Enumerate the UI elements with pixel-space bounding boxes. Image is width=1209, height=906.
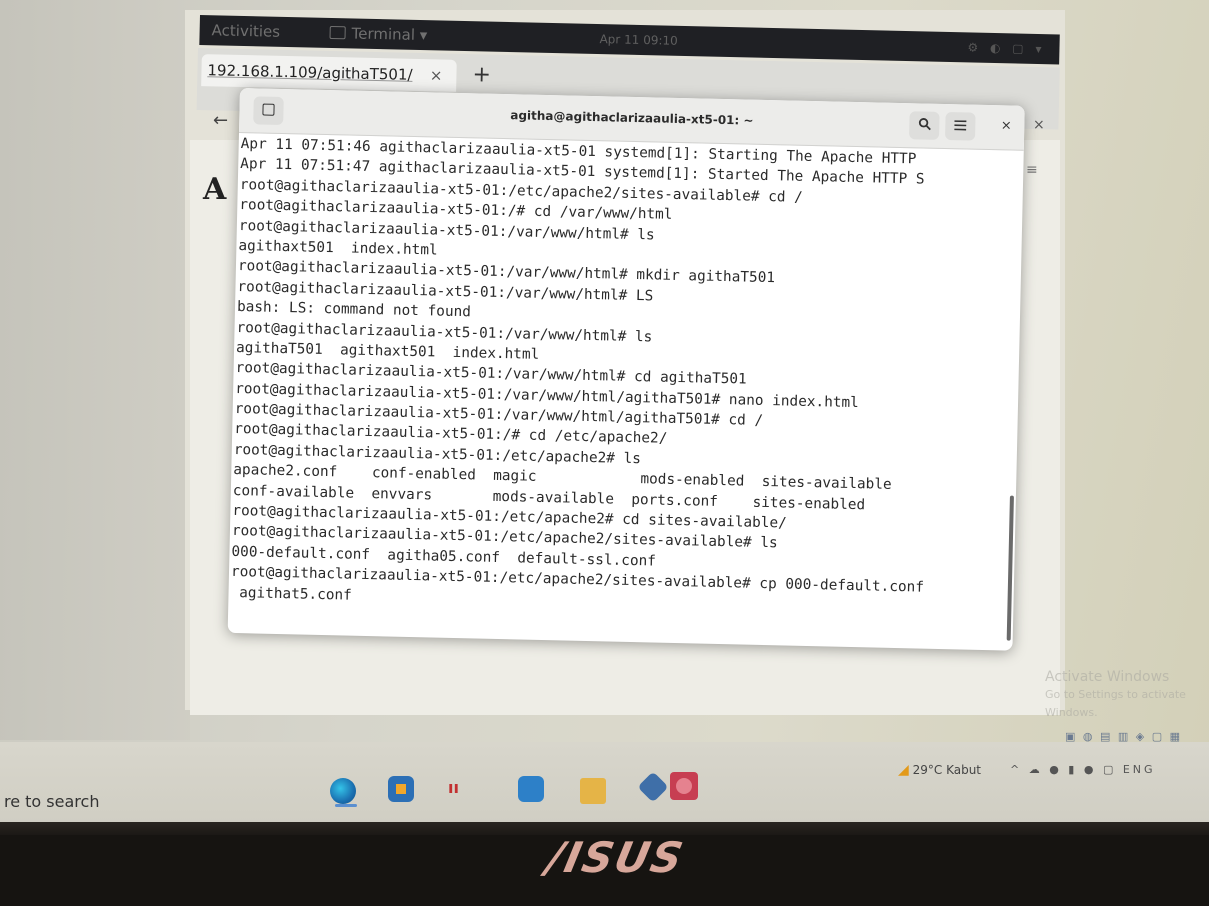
mail-icon[interactable] — [518, 776, 544, 802]
browser-tab[interactable]: 192.168.1.109/agithaT501/ × — [201, 54, 457, 92]
app-menu-label: Terminal ▾ — [351, 24, 428, 45]
weather-widget[interactable]: ◢ 29°C Kabut — [898, 762, 981, 778]
weather-icon: ◢ — [898, 762, 909, 778]
system-tray[interactable]: ⚙ ◐ ▢ ▾ — [967, 40, 1045, 56]
new-tab-button[interactable]: + — [472, 62, 491, 87]
desktop-background — [0, 0, 190, 740]
tray-glyphs: ^ ☁ ● ▮ ● ▢ — [1010, 763, 1117, 776]
virtualbox-icon[interactable] — [637, 771, 669, 803]
hamburger-menu-icon — [954, 120, 967, 131]
terminal-search-button[interactable] — [909, 111, 940, 140]
edge-icon[interactable] — [330, 778, 356, 804]
terminal-icon — [329, 25, 346, 40]
clock[interactable]: Apr 11 09:10 — [599, 32, 678, 48]
terminal-output[interactable]: Apr 11 07:51:46 agithaclarizaaulia-xt5-0… — [228, 132, 1014, 650]
laptop-screen: Activities Terminal ▾ Apr 11 09:10 ⚙ ◐ ▢… — [0, 0, 1209, 835]
apps-icon[interactable]: ıı — [448, 778, 462, 804]
taskbar-search-box[interactable]: re to search — [4, 792, 99, 811]
terminal-window[interactable]: agitha@agithaclarizaaulia-xt5-01: ~ × Ap… — [227, 88, 1025, 651]
store-icon[interactable] — [388, 776, 414, 802]
active-app-indicator — [335, 804, 357, 807]
file-explorer-icon[interactable] — [580, 778, 606, 804]
terminal-close-button[interactable]: × — [995, 115, 1017, 137]
watermark-subtitle: Go to Settings to activate Windows. — [1045, 688, 1186, 719]
watermark-title: Activate Windows — [1045, 669, 1170, 685]
terminal-app-menu[interactable]: Terminal ▾ — [329, 24, 428, 45]
weather-text: 29°C Kabut — [912, 763, 982, 777]
terminal-menu-button[interactable] — [945, 112, 976, 141]
terminal-scrollbar[interactable] — [1006, 495, 1014, 641]
page-heading: A — [203, 172, 227, 207]
back-button[interactable]: ← — [213, 110, 228, 131]
browser-menu-icon[interactable]: ≡ — [1026, 162, 1038, 178]
notification-tray[interactable]: ^ ☁ ● ▮ ● ▢ ENG — [1010, 763, 1156, 776]
asus-logo: /ISUS — [542, 833, 689, 882]
media-icon[interactable] — [670, 772, 698, 800]
language-indicator[interactable]: ENG — [1123, 763, 1156, 776]
window-close-icon[interactable]: × — [1033, 117, 1045, 133]
tab-close-icon[interactable]: × — [429, 59, 443, 91]
tab-url: 192.168.1.109/agithaT501/ — [207, 61, 413, 84]
search-icon — [918, 118, 931, 131]
terminal-title: agitha@agithaclarizaaulia-xt5-01: ~ — [510, 108, 754, 128]
activities-button[interactable]: Activities — [211, 21, 280, 41]
activate-windows-watermark: Activate Windows Go to Settings to activ… — [1045, 668, 1209, 722]
